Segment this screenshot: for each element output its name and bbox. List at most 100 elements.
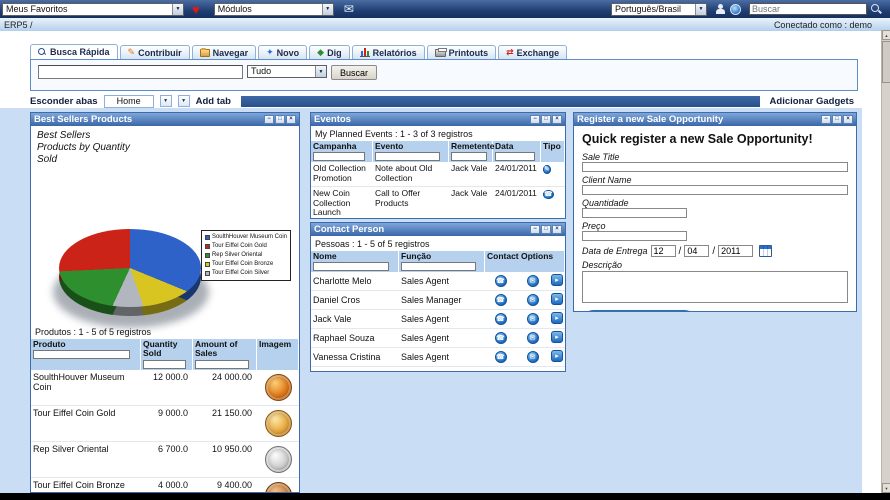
language-select[interactable]: Português/Brasil ▼	[611, 2, 707, 16]
user-icon[interactable]	[715, 3, 725, 15]
table-row[interactable]: New Coin Collection Launch Call to Offer…	[311, 187, 565, 218]
maximize-button[interactable]: □	[275, 115, 285, 124]
search-icon[interactable]	[871, 3, 882, 15]
gadget-title-bar[interactable]: Register a new Sale Opportunity − □ ×	[574, 113, 856, 126]
phone-icon[interactable]: ☎	[494, 351, 507, 364]
globe-icon[interactable]	[730, 3, 741, 15]
table-row[interactable]: SoulthHouver Museum Coin 12 000.0 24 000…	[31, 370, 299, 406]
maximize-button[interactable]: □	[832, 115, 842, 124]
table-row[interactable]: Tour Eiffel Coin Bronze 4 000.0 9 400.00	[31, 478, 299, 492]
close-button[interactable]: ×	[286, 115, 296, 124]
contact-card-icon[interactable]: ▸	[551, 312, 563, 325]
tab-dig[interactable]: ◆ Dig	[309, 45, 350, 59]
date-month-input[interactable]	[684, 245, 710, 257]
tab-navegar[interactable]: Navegar	[191, 45, 257, 59]
event-type-note-icon[interactable]: ✎	[543, 165, 551, 175]
funcao-filter-input[interactable]	[401, 262, 476, 272]
tab-exchange[interactable]: ⇄ Exchange	[498, 45, 568, 59]
mail-icon[interactable]: ✉	[526, 313, 539, 326]
gadget-register-sale-opportunity: Register a new Sale Opportunity − □ × Qu…	[573, 112, 857, 312]
phone-icon[interactable]: ☎	[494, 313, 507, 326]
search-button[interactable]: Buscar	[331, 65, 378, 80]
amount-filter-input[interactable]	[195, 359, 250, 369]
add-gadgets-link[interactable]: Adicionar Gadgets	[770, 96, 854, 107]
gadget-title-bar[interactable]: Best Sellers Products − □ ×	[31, 113, 299, 126]
tab-printouts[interactable]: Printouts	[426, 45, 497, 59]
price-input[interactable]	[582, 231, 687, 241]
table-row[interactable]: Tour Eiffel Coin Gold 9 000.0 21 150.00	[31, 406, 299, 442]
hide-tabs-link[interactable]: Esconder abas	[30, 96, 98, 107]
phone-icon[interactable]: ☎	[494, 275, 507, 288]
minimize-button[interactable]: −	[821, 115, 831, 124]
date-day-input[interactable]	[650, 245, 676, 257]
favorites-heart-icon[interactable]: ♥	[192, 3, 200, 16]
tab-relatorios[interactable]: Relatórios	[351, 45, 425, 59]
table-row[interactable]: Daniel Cros Sales Manager ☎ ✉ ▸	[311, 291, 565, 311]
nome-filter-input[interactable]	[313, 262, 390, 272]
quick-search-input[interactable]	[38, 65, 243, 79]
scroll-down-button[interactable]: ▼	[882, 483, 890, 493]
search-scope-select[interactable]: Tudo ▼	[247, 65, 327, 78]
table-row[interactable]: Jack Vale Sales Agent ☎ ✉ ▸	[311, 310, 565, 330]
contact-card-icon[interactable]: ▸	[551, 274, 563, 287]
date-year-input[interactable]	[718, 245, 754, 257]
maximize-button[interactable]: □	[541, 115, 551, 124]
minimize-button[interactable]: −	[530, 115, 540, 124]
mail-icon[interactable]: ✉	[526, 351, 539, 364]
phone-icon[interactable]: ☎	[494, 294, 507, 307]
tab-label: Contribuir	[138, 47, 182, 58]
calendar-icon[interactable]	[759, 245, 773, 257]
contact-card-icon[interactable]: ▸	[551, 350, 563, 363]
evento-filter-input[interactable]	[375, 152, 441, 162]
legend-item: Rep Silver Oriental	[204, 251, 287, 260]
table-row[interactable]: Vanessa Cristina Sales Agent ☎ ✉ ▸	[311, 348, 565, 368]
client-name-input[interactable]	[582, 185, 848, 195]
contact-card-icon[interactable]: ▸	[551, 331, 563, 344]
data-filter-input[interactable]	[495, 152, 535, 162]
quantity-filter-input[interactable]	[143, 359, 187, 369]
add-tab-link[interactable]: Add tab	[196, 96, 231, 107]
home-tab[interactable]: Home	[103, 94, 154, 108]
close-button[interactable]: ×	[843, 115, 853, 124]
sale-title-input[interactable]	[582, 162, 848, 172]
campanha-filter-input[interactable]	[313, 152, 366, 162]
minimize-button[interactable]: −	[264, 115, 274, 124]
register-button[interactable]: REGISTER ▶	[582, 310, 696, 311]
home-tab-options-button[interactable]: ▼	[177, 95, 190, 107]
quantity-input[interactable]	[582, 208, 687, 218]
global-search-input[interactable]	[749, 3, 867, 15]
contact-card-icon[interactable]: ▸	[551, 293, 563, 306]
minimize-button[interactable]: −	[530, 225, 540, 234]
favorites-select[interactable]: Meus Favoritos ▼	[2, 2, 184, 16]
modules-select[interactable]: Módulos ▼	[213, 2, 334, 16]
dashboard-area: Best Sellers Products − □ × Best Sellers…	[0, 108, 862, 493]
vertical-scrollbar[interactable]: ▲ ▼	[881, 30, 890, 493]
breadcrumb[interactable]: ERP5 /	[4, 20, 33, 30]
table-row[interactable]: Rep Silver Oriental 6 700.0 10 950.00	[31, 442, 299, 478]
mail-icon[interactable]: ✉	[344, 2, 354, 16]
table-row[interactable]: Charlotte Melo Sales Agent ☎ ✉ ▸	[311, 272, 565, 292]
remetente-filter-input[interactable]	[451, 152, 487, 162]
mail-icon[interactable]: ✉	[526, 332, 539, 345]
mail-icon[interactable]: ✉	[526, 294, 539, 307]
mail-icon[interactable]: ✉	[526, 275, 539, 288]
maximize-button[interactable]: □	[541, 225, 551, 234]
home-tab-menu-button[interactable]: ▼	[159, 95, 172, 107]
produto-filter-input[interactable]	[33, 350, 130, 360]
close-button[interactable]: ×	[552, 225, 562, 234]
scrollbar-thumb[interactable]	[882, 41, 890, 83]
scroll-up-button[interactable]: ▲	[882, 30, 890, 40]
gadget-title-bar[interactable]: Eventos − □ ×	[311, 113, 565, 126]
column-header: Imagem	[257, 339, 299, 370]
table-row[interactable]: Raphael Souza Sales Agent ☎ ✉ ▸	[311, 329, 565, 349]
close-button[interactable]: ×	[552, 115, 562, 124]
tab-novo[interactable]: ✦ Novo	[258, 45, 308, 59]
description-textarea[interactable]	[582, 271, 848, 303]
phone-icon[interactable]: ☎	[494, 332, 507, 345]
event-type-phone-icon[interactable]: ☎	[543, 189, 554, 199]
tab-busca-rapida[interactable]: Busca Rápida	[30, 44, 118, 59]
listbox-status: My Planned Events : 1 - 3 of 3 registros	[315, 129, 473, 139]
tab-contribuir[interactable]: ✎ Contribuir	[119, 45, 190, 59]
table-row[interactable]: Old Collection Promotion Note about Old …	[311, 162, 565, 187]
gadget-title-bar[interactable]: Contact Person − □ ×	[311, 223, 565, 236]
